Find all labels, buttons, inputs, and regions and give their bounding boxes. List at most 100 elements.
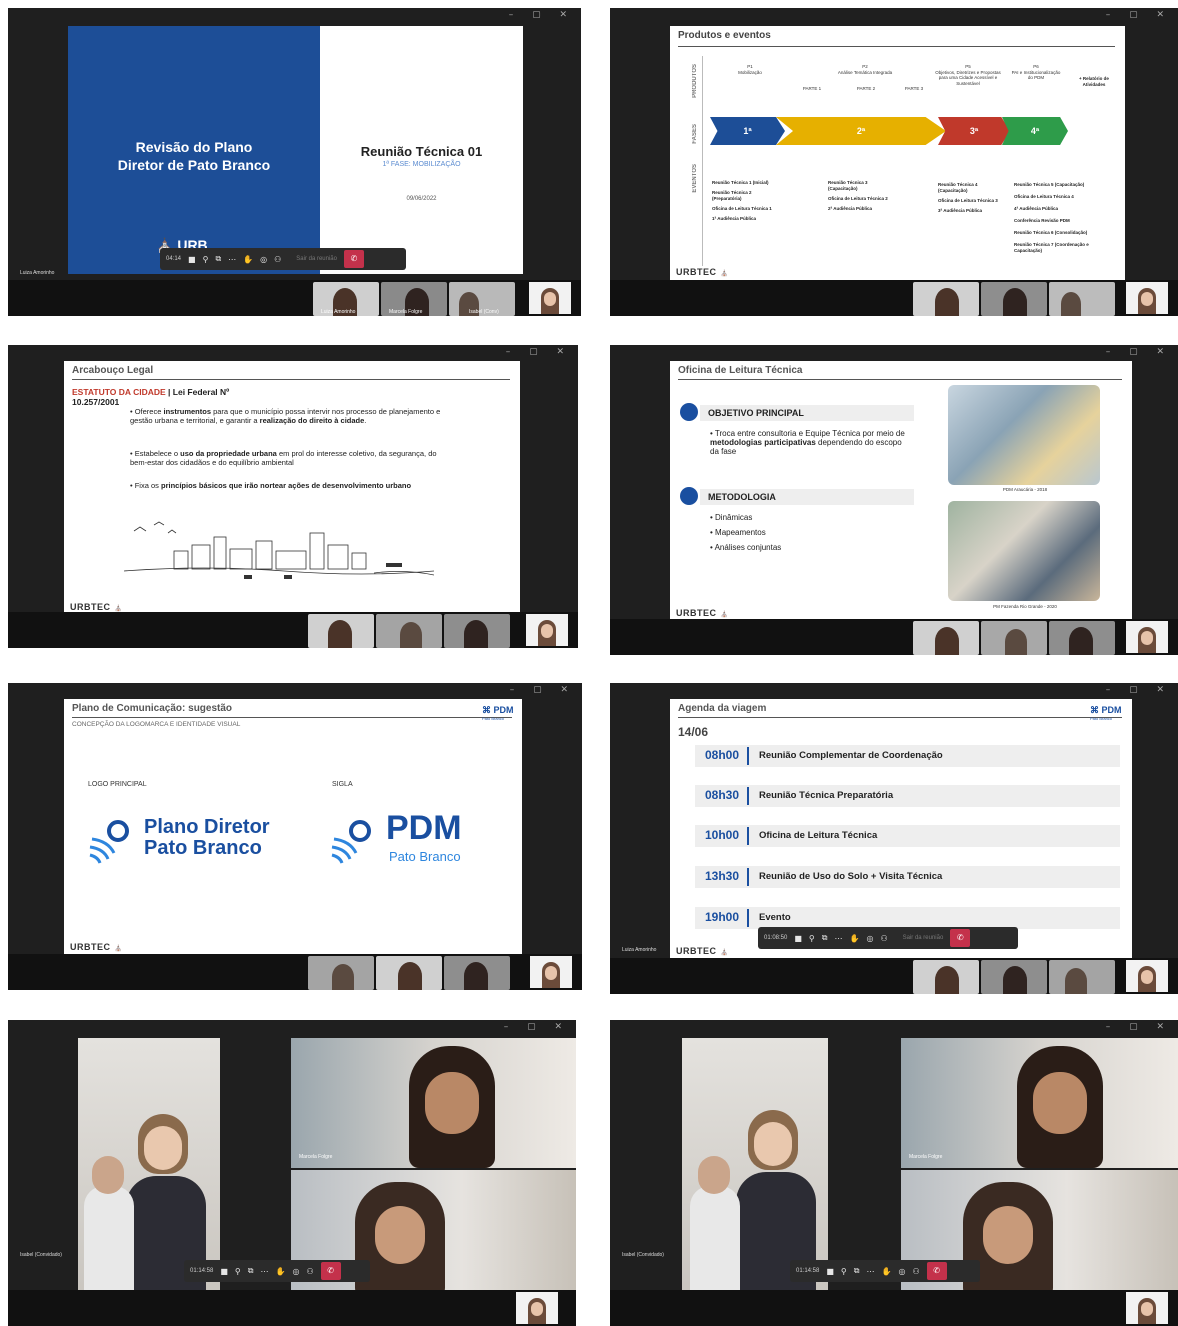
events-col-4: Reunião Técnica 5 (Capacitação) Oficina …	[1014, 182, 1089, 253]
window-controls[interactable]: – ▢ ✕	[510, 685, 576, 695]
more-icon[interactable]: ⋯	[867, 1267, 875, 1276]
hangup-button[interactable]: ✆	[343, 250, 364, 268]
window-controls[interactable]: – ▢ ✕	[1106, 347, 1172, 357]
more-icon[interactable]: ⋯	[228, 255, 236, 264]
law-heading: ESTATUTO DA CIDADE | Lei Federal Nº 10.25…	[72, 387, 230, 407]
participant-thumb[interactable]	[981, 282, 1047, 316]
self-view[interactable]	[516, 1292, 558, 1324]
hangup-button[interactable]: ✆	[950, 929, 971, 947]
hangup-button[interactable]: ✆	[320, 1262, 341, 1280]
video-tile-isabel[interactable]	[682, 1038, 828, 1296]
people-icon[interactable]: ⚇	[274, 255, 281, 264]
participant-thumb[interactable]	[444, 956, 510, 990]
window-controls[interactable]: – ▢ ✕	[506, 347, 572, 357]
urbtec-logo: URBTEC ⛪	[676, 946, 729, 956]
share-icon[interactable]: ⧉	[248, 1266, 254, 1276]
shared-slide: Produtos e eventos PRODUTOS FASES EVENTO…	[670, 26, 1125, 280]
call-timer: 01:14:58	[190, 1268, 214, 1274]
slide-cover-panel: Revisão do Plano Diretor de Pato Branco …	[68, 26, 320, 274]
video-tile-marcela[interactable]: Marcela Folgre	[901, 1038, 1178, 1168]
participant-thumb[interactable]	[1049, 960, 1115, 994]
mic-off-icon[interactable]: ⚲	[203, 255, 209, 264]
cover-title-line1: Revisão do Plano	[135, 139, 253, 155]
agenda-date: 14/06	[678, 725, 709, 739]
hand-icon[interactable]: ✋	[243, 255, 253, 264]
self-view[interactable]	[1126, 282, 1168, 314]
hand-icon[interactable]: ✋	[850, 934, 860, 943]
urbtec-logo: URBTEC ⛪	[676, 608, 729, 618]
participant-thumb[interactable]	[308, 614, 374, 648]
hand-icon[interactable]: ✋	[882, 1267, 892, 1276]
window-controls[interactable]: – ▢ ✕	[509, 10, 575, 20]
participant-thumb[interactable]	[444, 614, 510, 648]
self-view[interactable]	[529, 282, 571, 314]
participant-thumb[interactable]: Isabel (Conv)	[449, 282, 515, 316]
product-p2: P2 Análise Temática Integrada	[837, 64, 893, 75]
participant-strip	[610, 619, 1178, 655]
bullet-1: • Oferece instrumentos para que o municí…	[130, 407, 441, 425]
window-controls[interactable]: – ▢ ✕	[1106, 1022, 1172, 1032]
participant-thumb[interactable]	[913, 621, 979, 655]
urbtec-logo: URBTEC ⛪	[70, 942, 123, 952]
slide-title: Oficina de Leitura Técnica	[678, 365, 803, 376]
meeting-toolbar: 01:14:58 ■ ⚲ ⧉ ⋯ ✋ ◎ ⚇ ✆	[790, 1260, 980, 1282]
participant-thumb[interactable]	[913, 282, 979, 316]
participant-thumb[interactable]: Luiza Amorinho	[313, 282, 379, 316]
pin-waves-icon	[331, 820, 371, 864]
mic-off-icon[interactable]: ⚲	[841, 1267, 847, 1276]
events-col-3: Reunião Técnica 4 (Capacitação) Oficina …	[938, 182, 998, 213]
workshop-photo-1	[948, 385, 1100, 485]
chat-icon[interactable]: ◎	[898, 1267, 905, 1276]
product-p1: P1 Mobilização	[738, 64, 762, 75]
share-icon[interactable]: ⧉	[822, 933, 828, 943]
product-p5: P5 Objetivos, Diretrizes e Propostas para…	[935, 64, 1001, 86]
participant-thumb[interactable]	[981, 621, 1047, 655]
self-view[interactable]	[1126, 621, 1168, 653]
participant-thumb[interactable]	[376, 956, 442, 990]
self-view[interactable]	[530, 956, 572, 988]
people-icon[interactable]: ⚇	[306, 1267, 313, 1276]
leave-hint: Sair da reunião	[902, 935, 944, 941]
self-view[interactable]	[526, 614, 568, 646]
share-icon[interactable]: ⧉	[215, 254, 221, 264]
chat-icon[interactable]: ◎	[292, 1267, 299, 1276]
window-controls[interactable]: – ▢ ✕	[1106, 685, 1172, 695]
video-tile-isabel[interactable]	[78, 1038, 220, 1296]
self-view[interactable]	[1126, 960, 1168, 992]
hangup-button[interactable]: ✆	[926, 1262, 947, 1280]
participant-thumb[interactable]	[913, 960, 979, 994]
participant-thumb[interactable]	[981, 960, 1047, 994]
product-parte1: PARTE 1	[802, 86, 822, 91]
participant-thumb[interactable]: Marcela Folgre	[381, 282, 447, 316]
self-view[interactable]	[1126, 1292, 1168, 1324]
camera-icon[interactable]: ■	[220, 1267, 228, 1276]
slide-title: Plano de Comunicação: sugestão	[72, 703, 233, 714]
camera-icon[interactable]: ■	[826, 1267, 834, 1276]
video-tile-marcela[interactable]: Marcela Folgre	[291, 1038, 576, 1168]
phase-3-arrow: 3ª	[938, 117, 1010, 145]
participant-thumb[interactable]	[1049, 621, 1115, 655]
participant-name: Isabel (Convidado)	[20, 1252, 62, 1258]
people-icon[interactable]: ⚇	[912, 1267, 919, 1276]
window-controls[interactable]: – ▢ ✕	[1106, 10, 1172, 20]
chat-icon[interactable]: ◎	[260, 255, 267, 264]
people-icon[interactable]: ⚇	[880, 934, 887, 943]
mic-off-icon[interactable]: ⚲	[809, 934, 815, 943]
more-icon[interactable]: ⋯	[835, 934, 843, 943]
camera-icon[interactable]: ■	[188, 255, 196, 264]
sigla-text: PDM	[386, 809, 462, 847]
mic-off-icon[interactable]: ⚲	[235, 1267, 241, 1276]
share-icon[interactable]: ⧉	[854, 1266, 860, 1276]
photo-caption-2: PM Fazenda Rio Grande - 2020	[993, 604, 1057, 609]
hand-icon[interactable]: ✋	[276, 1267, 286, 1276]
chat-icon[interactable]: ◎	[866, 934, 873, 943]
more-icon[interactable]: ⋯	[261, 1267, 269, 1276]
participant-thumb[interactable]	[308, 956, 374, 990]
shared-slide: Agenda da viagem ⌘ PDM Pato Branco 14/06 …	[670, 699, 1132, 959]
participant-thumb[interactable]	[376, 614, 442, 648]
window-controls[interactable]: – ▢ ✕	[504, 1022, 570, 1032]
workshop-photo-2	[948, 501, 1100, 601]
participant-strip: Luiza Amorinho Marcela Folgre Isabel (Co…	[8, 280, 581, 316]
camera-icon[interactable]: ■	[794, 934, 802, 943]
participant-thumb[interactable]	[1049, 282, 1115, 316]
